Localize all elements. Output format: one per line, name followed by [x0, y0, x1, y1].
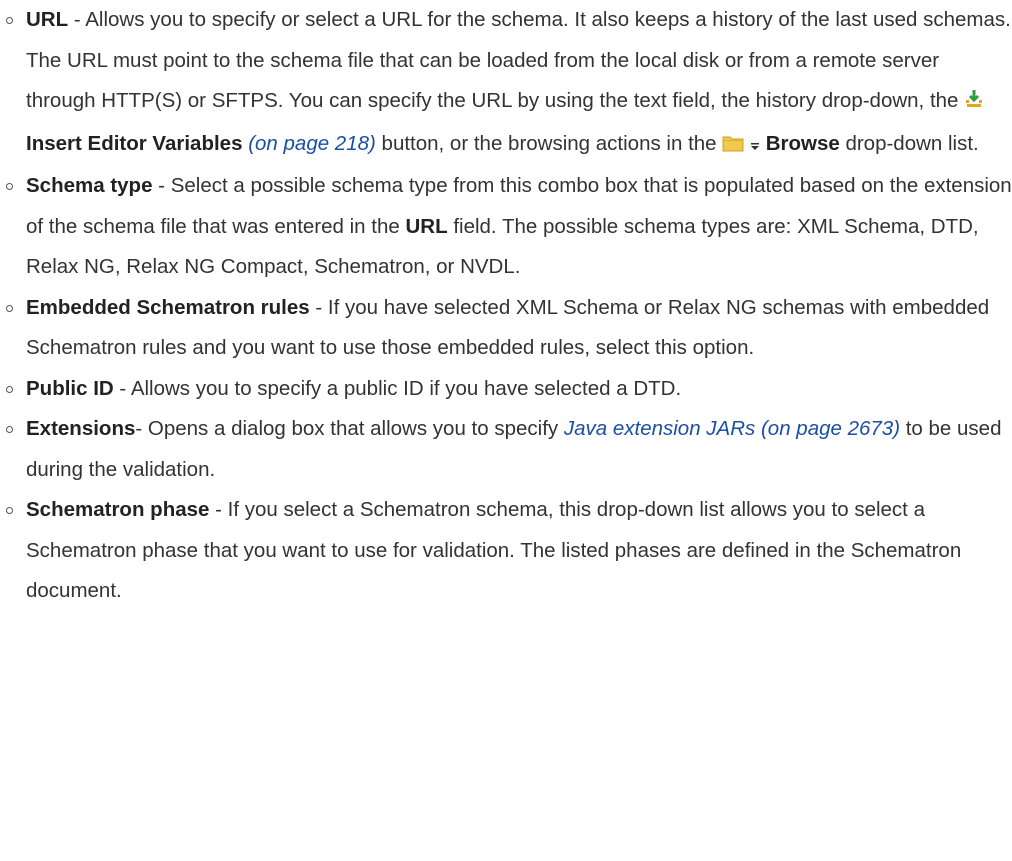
list-item-extensions: Extensions- Opens a dialog box that allo…	[0, 409, 1012, 490]
separator: -	[209, 498, 228, 521]
description-text: Opens a dialog box that allows you to sp…	[147, 417, 564, 440]
list-item-public-id: Public ID - Allows you to specify a publ…	[0, 369, 1012, 410]
option-list: URL - Allows you to specify or select a …	[0, 0, 1012, 612]
description-text: button, or the browsing actions in the	[375, 131, 723, 155]
description-text: Allows you to specify a public ID if you…	[130, 376, 682, 400]
separator: -	[113, 376, 131, 400]
dropdown-arrow-icon	[750, 126, 760, 167]
separator: -	[152, 174, 171, 197]
page-reference-link[interactable]: (on page 218)	[248, 132, 376, 155]
term-public-id: Public ID	[26, 376, 114, 400]
term-url: URL	[26, 8, 69, 31]
description-text: Allows you to specify or select a URL fo…	[26, 8, 1011, 112]
list-item-schematron-phase: Schematron phase - If you select a Schem…	[0, 490, 1012, 612]
term-extensions: Extensions	[26, 417, 136, 440]
folder-icon	[722, 126, 744, 167]
separator: -	[68, 8, 86, 31]
separator: -	[309, 295, 328, 319]
url-label: URL	[405, 214, 448, 238]
description-text: drop-down list.	[839, 131, 979, 155]
term-embedded-schematron: Embedded Schematron rules	[26, 295, 310, 319]
insert-variables-icon	[964, 83, 984, 124]
insert-editor-variables-link[interactable]: Insert Editor Variables	[26, 132, 242, 155]
separator: -	[135, 417, 148, 440]
list-item-url: URL - Allows you to specify or select a …	[0, 0, 1012, 166]
java-extension-jars-link[interactable]: Java extension JARs (on page 2673)	[564, 417, 900, 440]
term-schema-type: Schema type	[26, 174, 153, 197]
list-item-schema-type: Schema type - Select a possible schema t…	[0, 166, 1012, 288]
term-schematron-phase: Schematron phase	[26, 498, 210, 521]
list-item-embedded-schematron: Embedded Schematron rules - If you have …	[0, 288, 1012, 369]
browse-label: Browse	[765, 131, 840, 155]
document-body: URL - Allows you to specify or select a …	[0, 0, 1012, 612]
